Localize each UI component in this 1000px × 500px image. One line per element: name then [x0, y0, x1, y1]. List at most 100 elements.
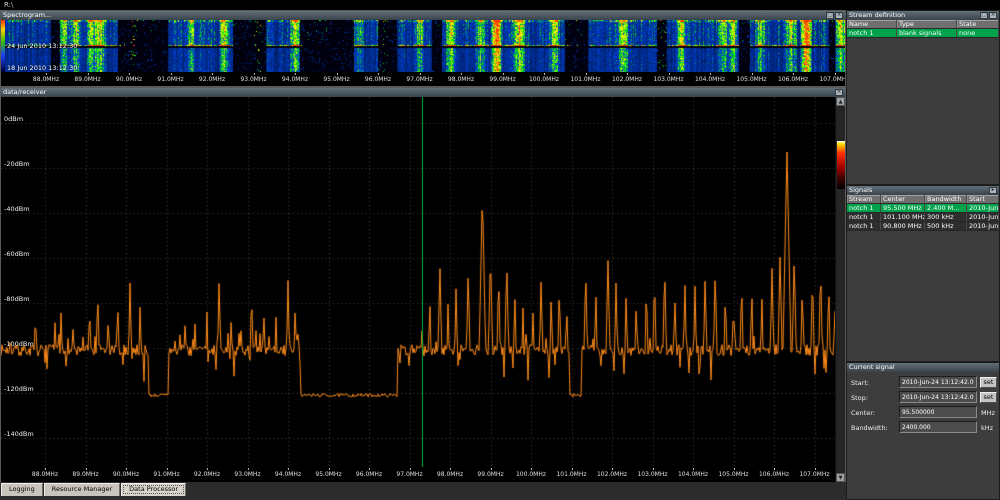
- spectrum-level-tick: -80dBm: [4, 295, 30, 303]
- current-signal-fields: Start: set Stop: set Center: MHz Bandwidth: kHz: [847, 372, 999, 435]
- spectrum-level-tick: -20dBm: [4, 160, 30, 168]
- spectrum-level-tick: -40dBm: [4, 205, 30, 213]
- spectrogram-title: Spectrogram...: [3, 11, 52, 19]
- spectrum-level-tick: -100dBm: [4, 340, 34, 348]
- spectrogram-freq-tick: 106.0MHz: [777, 73, 809, 83]
- stream-definition-table: Name Type State notch 1 blank signals none: [847, 20, 999, 38]
- stream-column-header[interactable]: Type: [897, 20, 957, 28]
- spectrum-freq-tick: 104.0MHz: [677, 468, 709, 478]
- stream-definition-panel: Stream definition □ × Name Type State notch…: [846, 10, 1000, 185]
- spectrogram-freq-tick: 105.0MHz: [736, 73, 767, 83]
- spectrogram-freq-tick: 91.0MHz: [157, 73, 184, 83]
- signal-column-header[interactable]: Center: [881, 195, 925, 203]
- start-label: Start:: [851, 379, 870, 387]
- spectrum-x-axis: 88.0MHz 89.0MHz 90.0MHz 91.0MHz 92.0MHz 93.0M…: [1, 468, 835, 482]
- spectrogram-titlebar[interactable]: Spectrogram... □ ×: [1, 11, 845, 20]
- tab-resource-manager[interactable]: Resource Manager: [43, 483, 121, 496]
- waterfall-time-bottom: 18 Jun 2010 13:12:30: [7, 64, 78, 72]
- spectrum-freq-tick: 93.0MHz: [234, 468, 261, 478]
- signal-cell: 2010-Jun-24: [969, 222, 999, 230]
- stream-cell: blank signals: [897, 29, 957, 37]
- spectrum-freq-tick: 91.0MHz: [153, 468, 180, 478]
- spectrogram-freq-tick: 103.0MHz: [653, 73, 684, 83]
- signal-header-row: Stream Center Bandwidth Start: [847, 195, 999, 204]
- app-titlebar[interactable]: R:\: [0, 0, 1000, 10]
- stop-input[interactable]: [899, 391, 977, 403]
- signal-row[interactable]: notch 190.800 MHz500 kHz2010-Jun-24: [847, 222, 999, 231]
- current-signal-titlebar[interactable]: Current signal: [847, 363, 999, 372]
- spectrogram-freq-tick: 107.0MHz: [819, 73, 845, 83]
- spectrum-freq-tick: 100.0MHz: [515, 468, 547, 478]
- spectrogram-freq-tick: 97.0MHz: [406, 73, 433, 83]
- spectrum-freq-tick: 95.0MHz: [315, 468, 342, 478]
- bandwidth-unit-label: kHz: [981, 424, 994, 432]
- spectrogram-freq-tick: 92.0MHz: [198, 73, 226, 83]
- spectrogram-freq-tick: 88.0MHz: [32, 73, 60, 83]
- current-signal-panel: Current signal Start: set Stop: set Center: M…: [846, 362, 1000, 500]
- spectrum-plot[interactable]: 0dBm -20dBm -40dBm -60dBm -80dBm -100dBm -120d…: [1, 97, 845, 482]
- start-input[interactable]: [899, 376, 977, 388]
- signal-cell: notch 1: [847, 204, 881, 212]
- signals-panel: Signals ▸ Stream Center Bandwidth Start notc…: [846, 185, 1000, 362]
- spectrum-scrollbar[interactable]: ▲ ▼: [835, 97, 845, 482]
- spectrogram-window: Spectrogram... □ × 24 Jun 2010 13:12:30 …: [0, 10, 846, 87]
- stream-row[interactable]: notch 1 blank signals none: [847, 29, 999, 38]
- spectrum-freq-tick: 102.0MHz: [596, 468, 628, 478]
- spectrum-freq-tick: 99.0MHz: [477, 468, 504, 478]
- scroll-up-icon[interactable]: ▲: [836, 97, 845, 106]
- signals-title: Signals: [849, 186, 873, 194]
- spectrogram-freq-tick: 96.0MHz: [364, 73, 392, 83]
- spectrum-freq-tick: 105.0MHz: [718, 468, 749, 478]
- spectrogram-freq-tick: 101.0MHz: [570, 73, 601, 83]
- window-buttons: □ ×: [980, 12, 997, 19]
- signal-column-header[interactable]: Bandwidth: [925, 195, 967, 203]
- spectrum-freq-tick: 94.0MHz: [274, 468, 302, 478]
- signal-cell: 500 kHz: [925, 222, 967, 230]
- waterfall-canvas[interactable]: [1, 20, 845, 72]
- field-row-start: Start: set: [847, 375, 999, 390]
- spectrum-freq-tick: 101.0MHz: [556, 468, 587, 478]
- spectrum-level-tick: -140dBm: [4, 430, 34, 438]
- maximize-icon[interactable]: □: [826, 12, 834, 19]
- close-icon[interactable]: ×: [835, 12, 843, 19]
- bandwidth-label: Bandwidth:: [851, 424, 888, 432]
- spectrum-freq-tick: 97.0MHz: [396, 468, 423, 478]
- tab-logging[interactable]: Logging: [1, 483, 43, 496]
- signal-row[interactable]: notch 195.500 MHz2.400 M...2010-Jun-24: [847, 204, 999, 213]
- spectrum-window: data/receiver × 0dBm -20dBm -40dBm -60dBm -8…: [0, 87, 846, 482]
- maximize-icon[interactable]: □: [980, 12, 988, 19]
- window-buttons: ▸: [989, 187, 997, 194]
- spectrum-titlebar[interactable]: data/receiver ×: [1, 88, 845, 97]
- scroll-down-icon[interactable]: ▼: [836, 473, 845, 482]
- signals-titlebar[interactable]: Signals ▸: [847, 186, 999, 195]
- signal-column-header[interactable]: Start: [967, 195, 999, 203]
- stop-label: Stop:: [851, 394, 868, 402]
- start-set-button[interactable]: set: [980, 377, 997, 388]
- spectrum-freq-tick: 88.0MHz: [31, 468, 59, 478]
- center-input[interactable]: [899, 406, 977, 418]
- window-buttons: ×: [835, 89, 843, 96]
- close-icon[interactable]: ×: [989, 12, 997, 19]
- signal-row[interactable]: notch 1101.100 MHz300 kHz2010-Jun-24: [847, 213, 999, 222]
- signal-column-header[interactable]: Stream: [847, 195, 881, 203]
- stream-header-row: Name Type State: [847, 20, 999, 29]
- stream-column-header[interactable]: Name: [847, 20, 897, 28]
- colormap-legend: [1, 20, 5, 72]
- stream-column-header[interactable]: State: [957, 20, 999, 28]
- spectrum-freq-tick: 96.0MHz: [355, 468, 383, 478]
- stream-definition-titlebar[interactable]: Stream definition □ ×: [847, 11, 999, 20]
- stop-set-button[interactable]: set: [980, 392, 997, 403]
- spectrum-freq-tick: 98.0MHz: [436, 468, 464, 478]
- waterfall-display[interactable]: 24 Jun 2010 13:12:30 18 Jun 2010 13:12:3…: [1, 20, 845, 72]
- spectrum-level-tick: 0dBm: [4, 115, 24, 123]
- signal-cell: 2010-Jun-24: [969, 204, 999, 212]
- close-icon[interactable]: ×: [835, 89, 843, 96]
- spectrum-title: data/receiver: [3, 88, 47, 96]
- spectrogram-freq-tick: 95.0MHz: [323, 73, 350, 83]
- bandwidth-input[interactable]: [899, 421, 977, 433]
- expand-arrow-icon[interactable]: ▸: [989, 187, 997, 194]
- tab-data-processor[interactable]: Data Processor: [121, 483, 187, 496]
- spectrum-canvas[interactable]: [1, 97, 835, 468]
- waterfall-time-top: 24 Jun 2010 13:12:30: [7, 42, 78, 50]
- signal-cell: 300 kHz: [925, 213, 967, 221]
